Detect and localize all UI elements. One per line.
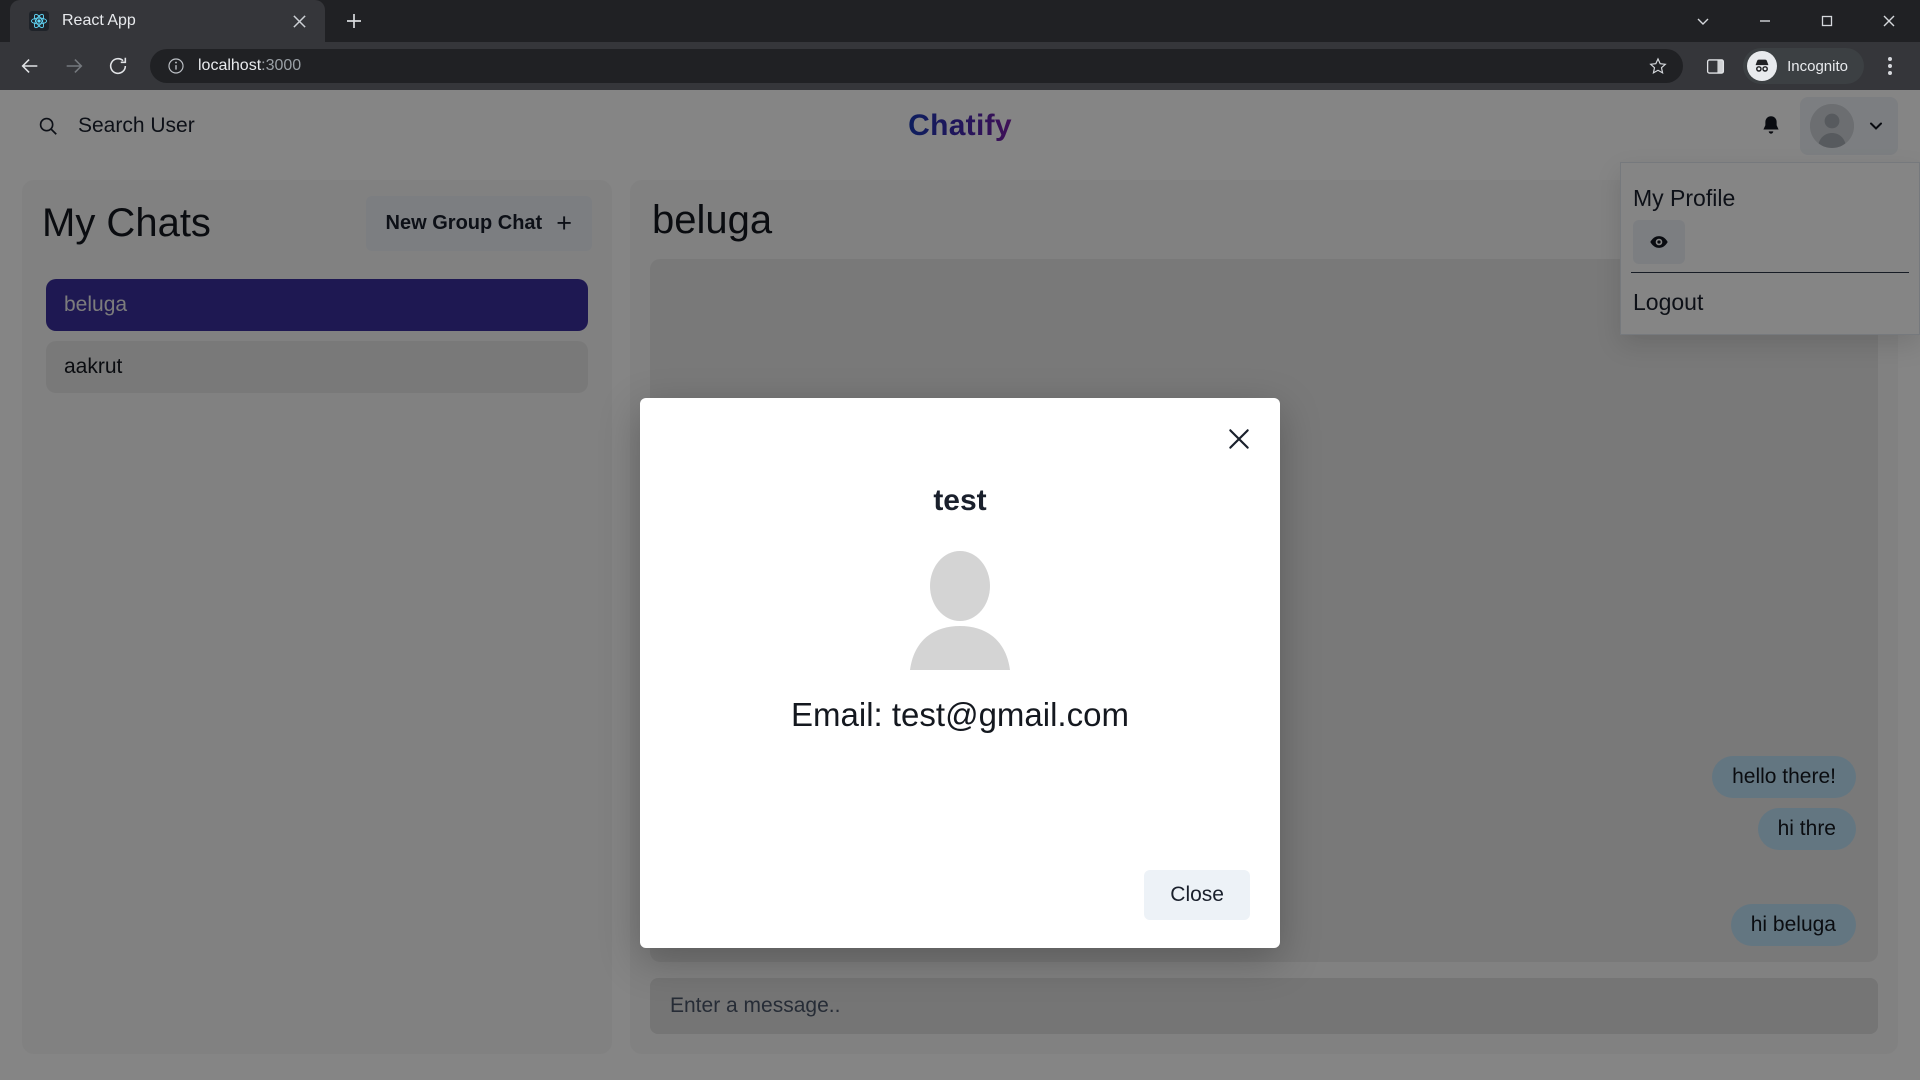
close-icon[interactable] [1222,422,1256,456]
new-tab-button[interactable] [335,2,373,40]
tab-title: React App [62,12,136,29]
window-controls [1672,0,1920,42]
tab-search-chevron-down-icon[interactable] [1672,0,1734,42]
reload-icon[interactable] [98,46,138,86]
maximize-icon[interactable] [1796,0,1858,42]
page-viewport: Search User Chatify My Profile Logout My… [0,90,1920,1080]
incognito-label: Incognito [1787,57,1848,75]
tab-strip: React App [0,0,1920,42]
arrow-left-icon[interactable] [10,46,50,86]
kebab-menu-icon[interactable] [1870,46,1910,86]
incognito-icon [1747,51,1778,81]
browser-chrome: React App localhost:3000 Incognito [0,0,1920,90]
url-host: localhost [198,57,262,74]
star-icon[interactable] [1647,55,1669,77]
side-panel-icon[interactable] [1695,46,1735,86]
tab-close-icon[interactable] [287,9,311,33]
incognito-profile-chip[interactable]: Incognito [1743,48,1864,84]
address-bar[interactable]: localhost:3000 [150,49,1684,83]
url-port: :3000 [261,57,302,74]
profile-name: test [933,484,987,517]
browser-tab[interactable]: React App [10,0,325,42]
profile-modal: test Email: test@gmail.com Close [640,398,1280,948]
profile-email: Email: test@gmail.com [791,696,1129,733]
minimize-icon[interactable] [1734,0,1796,42]
avatar [896,542,1024,670]
browser-toolbar: localhost:3000 Incognito [0,42,1920,90]
window-close-icon[interactable] [1858,0,1920,42]
modal-footer: Close [640,870,1280,948]
react-logo-icon [28,10,50,32]
info-circle-icon[interactable] [166,56,186,76]
address-bar-text: localhost:3000 [198,57,301,75]
arrow-right-icon[interactable] [54,46,94,86]
close-button[interactable]: Close [1144,870,1250,920]
